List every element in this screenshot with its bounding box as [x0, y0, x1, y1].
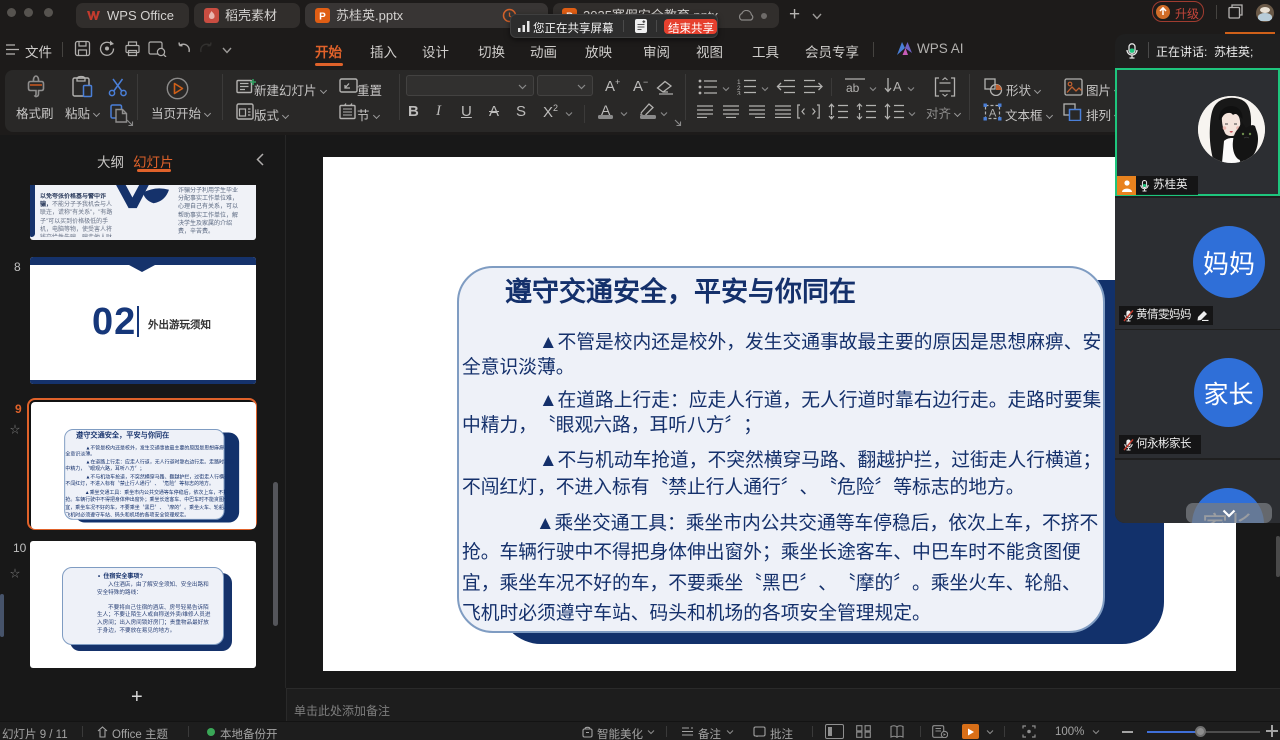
svg-text:A: A — [989, 108, 997, 120]
svg-text:A: A — [893, 79, 902, 94]
svg-text:ab: ab — [846, 81, 860, 95]
svg-text:3: 3 — [737, 91, 741, 96]
svg-text:P: P — [319, 12, 326, 23]
